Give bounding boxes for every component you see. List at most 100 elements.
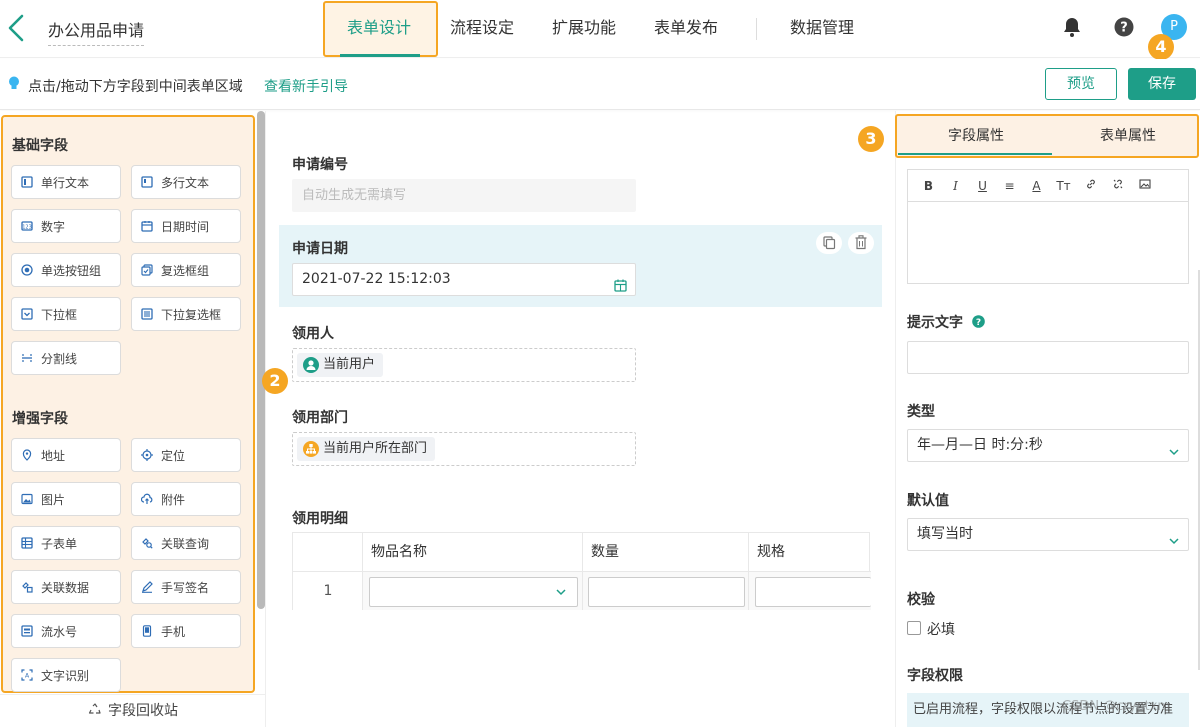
- type-select[interactable]: 年—月—日 时:分:秒: [907, 429, 1189, 462]
- user-icon: [303, 357, 319, 373]
- crosshair-icon: [141, 449, 153, 461]
- table-header-quantity: 数量: [583, 533, 749, 571]
- dropdown-icon: [21, 308, 33, 320]
- insert-image-icon[interactable]: [1131, 176, 1158, 196]
- quantity-input[interactable]: [588, 577, 745, 607]
- type-label: 类型: [907, 404, 935, 420]
- field-serial-number[interactable]: 流水号: [11, 614, 121, 648]
- align-button[interactable]: ≡: [996, 176, 1023, 196]
- field-linked-query[interactable]: 关联查询: [131, 526, 241, 560]
- svg-text:A: A: [25, 673, 30, 680]
- default-value-label: 默认值: [907, 493, 949, 509]
- item-name-select[interactable]: [369, 577, 578, 607]
- field-linked-data[interactable]: 关联数据: [11, 570, 121, 604]
- detail-subtable: 物品名称 数量 规格 1: [292, 532, 871, 610]
- field-number[interactable]: 123 数字: [11, 209, 121, 243]
- watermark: CSDN @cryptxm: [1062, 699, 1171, 714]
- apply-date-input[interactable]: 2021-07-22 15:12:03: [292, 263, 636, 296]
- save-button[interactable]: 保存: [1128, 68, 1196, 100]
- tab-active-underline: [340, 54, 420, 57]
- italic-button[interactable]: I: [942, 176, 969, 196]
- lightbulb-icon: [8, 76, 20, 92]
- tab-extensions[interactable]: 扩展功能: [552, 0, 616, 58]
- field-image[interactable]: 图片: [11, 482, 121, 516]
- chevron-down-icon: [1168, 439, 1180, 456]
- editor-toolbar: B I U ≡ A Tт: [908, 170, 1188, 202]
- unlink-icon[interactable]: [1104, 176, 1131, 196]
- serial-number-field: 自动生成无需填写: [292, 179, 636, 212]
- hint-text-input[interactable]: [907, 341, 1189, 374]
- radio-icon: [21, 264, 33, 276]
- spec-input[interactable]: [755, 577, 871, 607]
- department-field[interactable]: 当前用户所在部门: [292, 432, 636, 466]
- location-pin-icon: [21, 449, 33, 461]
- field-subform[interactable]: 子表单: [11, 526, 121, 560]
- checkbox-group-icon: [141, 264, 153, 276]
- field-recycle-bin[interactable]: 字段回收站: [0, 694, 266, 727]
- svg-text:123: 123: [22, 225, 32, 231]
- required-checkbox[interactable]: [907, 621, 921, 635]
- dropdown-checkbox-icon: [141, 308, 153, 320]
- pen-icon: [141, 581, 153, 593]
- field-divider[interactable]: 分割线: [11, 341, 121, 375]
- back-arrow-icon[interactable]: [4, 12, 30, 44]
- bell-icon[interactable]: [1061, 16, 1083, 38]
- help-icon[interactable]: ?: [1113, 16, 1135, 38]
- ocr-icon: A: [21, 669, 33, 681]
- tab-form-design[interactable]: 表单设计: [347, 0, 411, 58]
- number-icon: 123: [21, 220, 33, 232]
- divider-icon: [21, 352, 33, 364]
- guide-link[interactable]: 查看新手引导: [264, 76, 348, 96]
- recycle-icon: [88, 697, 102, 714]
- multi-line-icon: [141, 176, 153, 188]
- field-dropdown[interactable]: 下拉框: [11, 297, 121, 331]
- enhanced-fields-title: 增强字段: [12, 411, 68, 427]
- field-dropdown-checkbox[interactable]: 下拉复选框: [131, 297, 241, 331]
- recipient-field[interactable]: 当前用户: [292, 348, 636, 382]
- bold-button[interactable]: B: [915, 176, 942, 196]
- tab-data-management[interactable]: 数据管理: [790, 0, 854, 58]
- svg-text:?: ?: [1120, 21, 1128, 36]
- org-chart-icon: [303, 441, 319, 457]
- help-icon[interactable]: ?: [972, 315, 985, 328]
- app-title[interactable]: 办公用品申请: [48, 17, 145, 46]
- trash-icon[interactable]: [848, 232, 874, 254]
- description-editor[interactable]: B I U ≡ A Tт: [907, 169, 1189, 284]
- default-value-select[interactable]: 填写当时: [907, 518, 1189, 551]
- field-datetime[interactable]: 日期时间: [131, 209, 241, 243]
- tab-process-settings[interactable]: 流程设定: [450, 0, 514, 58]
- upload-cloud-icon: [140, 493, 153, 505]
- step-badge-3: 3: [858, 126, 884, 152]
- field-single-line-text[interactable]: 单行文本: [11, 165, 121, 199]
- field-ocr[interactable]: A 文字识别: [11, 658, 121, 692]
- tab-field-properties[interactable]: 字段属性: [901, 116, 1051, 156]
- field-address[interactable]: 地址: [11, 438, 121, 472]
- toolbar: 点击/拖动下方字段到中间表单区域 查看新手引导 预览 保存: [0, 59, 1200, 165]
- step-badge-2: 2: [262, 368, 288, 394]
- basic-fields-title: 基础字段: [12, 138, 68, 154]
- tab-form-publish[interactable]: 表单发布: [654, 0, 718, 58]
- hint-text-label: 提示文字 ?: [907, 312, 985, 332]
- field-location[interactable]: 定位: [131, 438, 241, 472]
- property-tabs: 字段属性 表单属性: [895, 114, 1199, 158]
- font-size-button[interactable]: Tт: [1050, 176, 1077, 196]
- image-icon: [21, 493, 33, 505]
- underline-button[interactable]: U: [969, 176, 996, 196]
- copy-icon[interactable]: [816, 232, 842, 254]
- field-phone[interactable]: 手机: [131, 614, 241, 648]
- calendar-icon: [141, 220, 153, 232]
- current-department-tag: 当前用户所在部门: [297, 437, 436, 461]
- field-signature[interactable]: 手写签名: [131, 570, 241, 604]
- field-multi-line-text[interactable]: 多行文本: [131, 165, 241, 199]
- field-checkbox-group[interactable]: 复选框组: [131, 253, 241, 287]
- field-radio-group[interactable]: 单选按钮组: [11, 253, 121, 287]
- font-color-button[interactable]: A: [1023, 176, 1050, 196]
- tab-form-properties[interactable]: 表单属性: [1053, 116, 1200, 156]
- field-attachment[interactable]: 附件: [131, 482, 241, 516]
- preview-button[interactable]: 预览: [1045, 68, 1117, 100]
- link-icon[interactable]: [1077, 176, 1104, 196]
- chevron-down-icon: [555, 586, 567, 598]
- palette-scrollbar[interactable]: [257, 111, 265, 609]
- recipient-label: 领用人: [292, 326, 334, 342]
- link-search-icon: [141, 537, 153, 549]
